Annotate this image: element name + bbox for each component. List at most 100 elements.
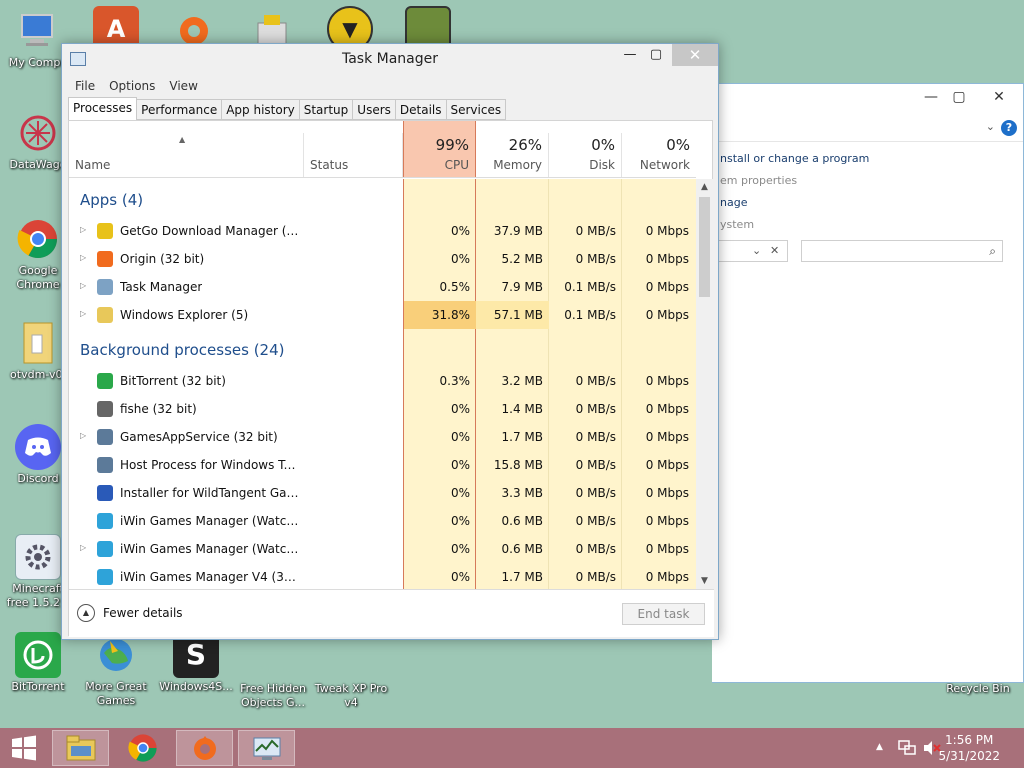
app-window-icon (97, 457, 113, 473)
fewer-details-button[interactable]: ▲ Fewer details (77, 604, 183, 622)
process-net-value: 0 Mbps (645, 402, 689, 416)
table-row[interactable]: BitTorrent (32 bit) 0.3% 3.2 MB 0 MB/s 0 Mbp… (69, 367, 696, 395)
group-header-background[interactable]: Background processes (24) (80, 341, 285, 359)
table-row[interactable]: ▷ GamesAppService (32 bit) 0% 1.7 MB 0 MB/s 0… (69, 423, 696, 451)
scroll-down-icon[interactable]: ▼ (696, 573, 713, 589)
desktop-icon-label: BitTorrent (11, 680, 65, 693)
process-disk-value: 0 MB/s (575, 542, 616, 556)
process-cpu-value: 0.5% (439, 280, 471, 294)
tab-startup[interactable]: Startup (299, 99, 354, 120)
table-row[interactable]: Installer for WildTangent Games... 0% 3.3 … (69, 479, 696, 507)
link-install-program[interactable]: nstall or change a program (720, 148, 869, 170)
process-net-value: 0 Mbps (645, 224, 689, 238)
search-input[interactable]: ⌕ (801, 240, 1003, 262)
process-list: Apps (4) Background processes (24) ▷ GetG… (69, 179, 696, 589)
column-header-name[interactable]: ▲ Name (69, 133, 304, 177)
table-row[interactable]: iWin Games Manager (Watcher)... 0% 0.6 MB 0… (69, 507, 696, 535)
table-row[interactable]: ▷ Windows Explorer (5) 31.8% 57.1 MB 0.1 MB/… (69, 301, 696, 329)
processes-panel: ▲ Name Status 99% CPU 26% Memory 0% Disk… (68, 120, 714, 637)
folder-icon (15, 320, 61, 366)
desktop-icon-recycle-bin[interactable]: Recycle Bin (940, 682, 1016, 696)
process-mem-value: 15.8 MB (493, 458, 543, 472)
column-header-memory[interactable]: 26% Memory (476, 133, 549, 177)
taskbar-origin[interactable] (176, 730, 233, 766)
filter-dropdown[interactable]: ⌄ ✕ (712, 240, 788, 262)
link-system[interactable]: ystem (720, 214, 869, 236)
help-icon[interactable]: ? (1001, 120, 1017, 136)
tab-performance[interactable]: Performance (137, 99, 223, 120)
expand-arrow-icon[interactable]: ▷ (80, 309, 86, 318)
process-cpu-value: 0% (450, 430, 470, 444)
process-disk-value: 0 MB/s (575, 374, 616, 388)
menu-options[interactable]: Options (102, 76, 162, 96)
desktop-icon-free-hidden-objects[interactable]: Free Hidden Objects G... (235, 682, 311, 710)
start-button[interactable] (0, 730, 48, 766)
desktop-icon-label: More Great Games (85, 680, 147, 707)
desktop-icon-windows4s[interactable]: S Windows4S... (158, 632, 234, 694)
process-net-value: 0 Mbps (645, 486, 689, 500)
expand-arrow-icon[interactable]: ▷ (80, 281, 86, 290)
column-header-cpu[interactable]: 99% CPU (403, 121, 476, 177)
control-panel-links: nstall or change a program em properties… (720, 148, 869, 236)
expand-arrow-icon[interactable]: ▷ (80, 253, 86, 262)
tab-details[interactable]: Details (395, 99, 447, 120)
taskbar-chrome[interactable] (114, 730, 171, 766)
process-net-value: 0 Mbps (645, 430, 689, 444)
clear-icon[interactable]: ✕ (770, 244, 779, 257)
tab-strip: Processes Performance App history Startu… (68, 97, 507, 120)
maximize-button[interactable]: ▢ (945, 88, 973, 106)
process-mem-value: 37.9 MB (493, 224, 543, 238)
menu-view[interactable]: View (162, 76, 204, 96)
process-cpu-value: 0.3% (439, 374, 471, 388)
menu-file[interactable]: File (68, 76, 102, 96)
table-row[interactable]: ▷ Task Manager 0.5% 7.9 MB 0.1 MB/s 0 Mbps (69, 273, 696, 301)
desktop-icon-more-great-games[interactable]: More Great Games (78, 632, 154, 708)
minimize-button[interactable]: — (616, 44, 644, 66)
table-row[interactable]: ▷ iWin Games Manager (Watcher)... 0% 0.6 MB… (69, 535, 696, 563)
process-disk-value: 0 MB/s (575, 486, 616, 500)
group-header-apps[interactable]: Apps (4) (80, 191, 143, 209)
tab-services[interactable]: Services (446, 99, 507, 120)
maximize-button[interactable]: ▢ (642, 44, 670, 66)
process-name: Task Manager (120, 280, 203, 294)
fish-icon (97, 401, 113, 417)
scrollbar-thumb[interactable] (699, 197, 710, 297)
show-hidden-icons-icon[interactable]: ▲ (876, 742, 883, 752)
column-header-network[interactable]: 0% Network (622, 133, 696, 177)
task-manager-icon (97, 279, 113, 295)
link-manage[interactable]: nage (720, 192, 869, 214)
discord-icon (15, 424, 61, 470)
tab-processes[interactable]: Processes (68, 97, 138, 120)
table-row[interactable]: ▷ Origin (32 bit) 0% 5.2 MB 0 MB/s 0 Mbps (69, 245, 696, 273)
network-icon[interactable] (898, 740, 916, 756)
expand-arrow-icon[interactable]: ▷ (80, 543, 86, 552)
link-system-properties[interactable]: em properties (720, 170, 869, 192)
tab-app-history[interactable]: App history (222, 99, 300, 120)
taskbar-clock[interactable]: 1:56 PM 5/31/2022 (938, 732, 1000, 764)
table-row[interactable]: Host Process for Windows Tasks 0% 15.8 MB 0… (69, 451, 696, 479)
end-task-button[interactable]: End task (622, 603, 705, 625)
table-row[interactable]: ▷ GetGo Download Manager (32 b... 0% 37.9 M… (69, 217, 696, 245)
close-button[interactable]: ✕ (985, 88, 1013, 106)
scroll-up-icon[interactable]: ▲ (696, 179, 713, 195)
search-icon: ⌕ (989, 244, 996, 258)
expand-arrow-icon[interactable]: ▷ (80, 431, 86, 440)
chevron-down-icon[interactable]: ⌄ (986, 120, 995, 133)
bittorrent-icon (15, 632, 61, 678)
vertical-scrollbar[interactable]: ▲ ▼ (696, 179, 713, 589)
process-net-value: 0 Mbps (645, 458, 689, 472)
process-mem-value: 5.2 MB (501, 252, 543, 266)
table-row[interactable]: fishe (32 bit) 0% 1.4 MB 0 MB/s 0 Mbps (69, 395, 696, 423)
column-header-status[interactable]: Status (304, 133, 403, 177)
tab-users[interactable]: Users (353, 99, 396, 120)
close-button[interactable]: ✕ (672, 44, 718, 66)
expand-arrow-icon[interactable]: ▷ (80, 225, 86, 234)
column-header-disk[interactable]: 0% Disk (549, 133, 622, 177)
minimize-button[interactable]: — (917, 88, 945, 106)
task-manager-titlebar[interactable]: Task Manager — ▢ ✕ (62, 44, 718, 74)
desktop-icon-tweak-xp-pro[interactable]: Tweak XP Pro v4 (313, 682, 389, 710)
taskbar-file-explorer[interactable] (52, 730, 109, 766)
taskbar-task-manager[interactable] (238, 730, 295, 766)
table-row[interactable]: iWin Games Manager V4 (32 bit) 0% 1.7 MB 0 … (69, 563, 696, 589)
desktop-icon-bittorrent[interactable]: BitTorrent (0, 632, 76, 694)
